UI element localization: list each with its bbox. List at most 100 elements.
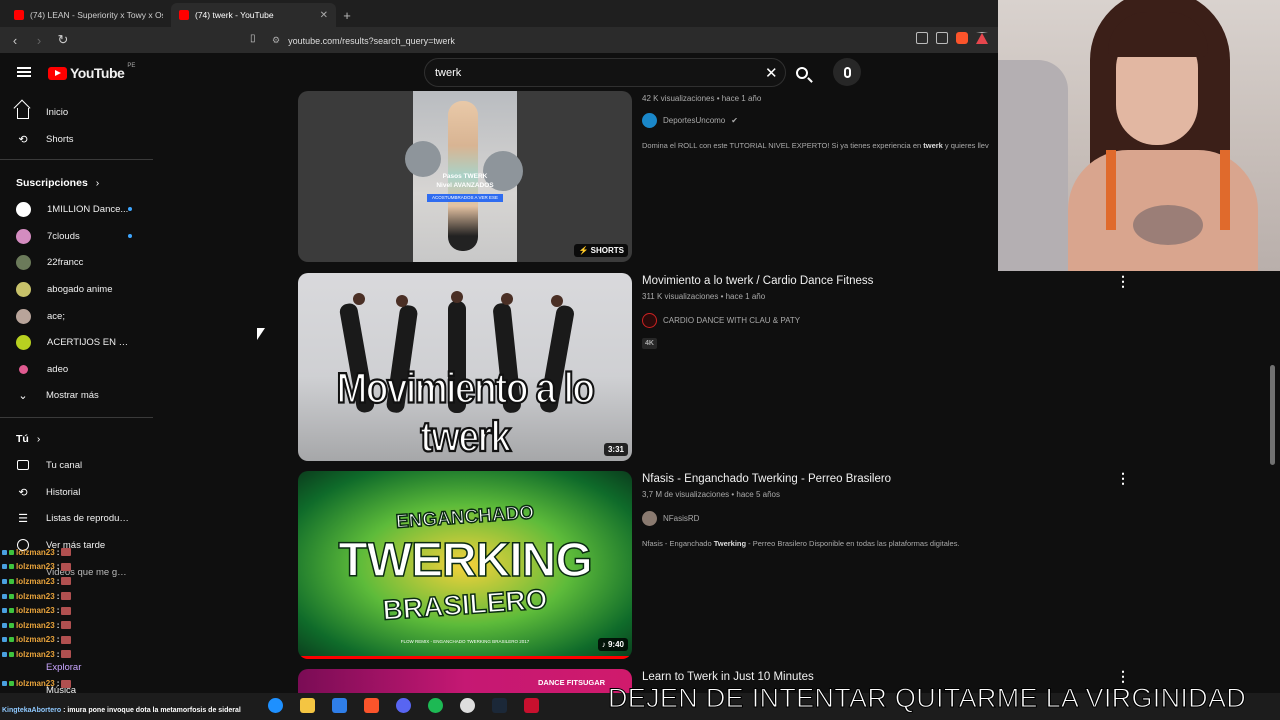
edge-icon[interactable] — [268, 698, 283, 713]
chat-emote-icon — [61, 650, 72, 659]
brave-rewards-icon[interactable] — [976, 32, 988, 44]
chat-badge-icon — [2, 622, 7, 628]
search-box[interactable]: twerk ✕ — [424, 58, 786, 87]
clear-search-icon[interactable]: ✕ — [765, 64, 778, 82]
browser-tab-twerk[interactable]: (74) twerk - YouTube ✕ — [171, 3, 336, 27]
subscriptions-heading[interactable]: Suscripciones › — [16, 177, 99, 189]
forward-icon[interactable]: › — [32, 33, 46, 48]
chat-badge-icon — [2, 608, 7, 614]
video-title[interactable]: Nfasis - Enganchado Twerking - Perreo Br… — [642, 473, 960, 485]
new-tab-button[interactable]: + — [336, 3, 358, 27]
chat-badge-icon — [2, 549, 7, 555]
sub-label: abogado anime — [47, 283, 113, 295]
sub-label: adeo — [47, 363, 69, 375]
brave-icon[interactable] — [364, 698, 379, 713]
stream-chat-overlay: lolzman23: lolzman23: lolzman23: lolzman… — [2, 545, 122, 706]
youtube-play-icon — [48, 66, 67, 80]
desc-highlight: Twerking — [713, 539, 747, 548]
show-more-button[interactable]: ⌄ Mostrar más — [16, 385, 150, 405]
youtube-logo[interactable]: YouTube PE — [48, 63, 135, 81]
sidebar-item-tu-canal[interactable]: Tu canal — [16, 455, 150, 475]
cast-icon[interactable] — [916, 32, 928, 44]
search-input[interactable]: twerk — [435, 67, 461, 79]
sidebar-sub-22francc[interactable]: 22francc — [16, 252, 150, 272]
new-content-dot — [128, 207, 132, 211]
discord-icon[interactable] — [396, 698, 411, 713]
desc-text: - Perreo Brasilero Disponible en todas l… — [746, 539, 960, 548]
chat-line: lolzman23: — [2, 603, 122, 618]
sidebar-item-label: Tu canal — [46, 459, 83, 471]
video-description: Domina el ROLL con este TUTORIAL NIVEL E… — [642, 141, 989, 150]
sidebar-sub-acertijos[interactable]: ACERTIJOS EN 7 S... — [16, 332, 150, 352]
desc-highlight: twerk — [923, 141, 943, 150]
you-heading[interactable]: Tú › — [16, 433, 40, 445]
channel-name[interactable]: CARDIO DANCE WITH CLAU & PATY — [663, 316, 800, 325]
page-scrollbar[interactable] — [1270, 365, 1275, 465]
sidebar-item-historial[interactable]: ⟲ Historial — [16, 482, 150, 502]
sidebar-sub-1million[interactable]: 1MILLION Dance... — [16, 199, 150, 219]
more-options-icon[interactable]: ⋮ — [1116, 273, 1130, 290]
chat-badge-icon — [9, 622, 14, 628]
thumbnail-dancer-head — [353, 293, 365, 305]
search-button[interactable] — [786, 58, 818, 87]
chat-badge-icon — [9, 608, 14, 614]
steam-icon[interactable] — [492, 698, 507, 713]
webcam-strap — [1106, 150, 1116, 230]
chat-badge-icon — [2, 564, 7, 570]
extension-area — [916, 32, 988, 44]
chat-username: lolzman23 — [16, 620, 55, 630]
browser-tab-lean[interactable]: (74) LEAN - Superiority x Towy x Osq — [6, 3, 171, 27]
file-explorer-icon[interactable] — [300, 698, 315, 713]
voice-search-button[interactable] — [833, 58, 861, 86]
video-thumbnail-short[interactable]: Pasos TWERK Nivel AVANZADOS ACOSTUMBRADO… — [298, 91, 632, 262]
shorts-icon: ⟲ — [18, 133, 28, 146]
sidebar-sub-adeo[interactable]: adeo — [16, 359, 150, 379]
chat-username: lolzman23 — [16, 635, 55, 645]
channel-name[interactable]: NFasisRD — [663, 514, 699, 523]
shorts-badge-label: SHORTS — [590, 246, 624, 255]
channel-link[interactable]: NFasisRD — [642, 511, 960, 526]
site-info-icon[interactable]: ⚙ — [272, 35, 280, 46]
reload-icon[interactable]: ↻ — [56, 32, 70, 48]
chat-line: lolzman23: — [2, 647, 122, 662]
tab-title: (74) LEAN - Superiority x Towy x Osq — [30, 10, 163, 20]
duration-label: 9:40 — [607, 640, 624, 649]
browser-toolbar: ‹ › ↻ ▯ ⚙ youtube.com/results?search_que… — [0, 27, 1000, 53]
you-label: Tú — [16, 433, 29, 445]
bookmark-icon[interactable]: ▯ — [250, 33, 256, 44]
brave-shield-icon[interactable] — [956, 32, 968, 44]
avatar — [19, 364, 28, 374]
video-title[interactable]: Learn to Twerk in Just 10 Minutes — [642, 671, 814, 683]
channel-name[interactable]: DeportesUncomo — [663, 116, 725, 125]
mouse-cursor-icon — [257, 328, 265, 340]
sidebar-item-inicio[interactable]: Inicio — [16, 102, 150, 122]
address-bar[interactable]: ⚙ youtube.com/results?search_query=twerk — [272, 32, 992, 49]
webcam-tattoo — [1133, 205, 1203, 245]
sidebar-sub-7clouds[interactable]: 7clouds — [16, 226, 150, 246]
divider — [0, 159, 153, 160]
thumbnail-dancer-head — [551, 295, 563, 307]
video-title[interactable]: Movimiento a lo twerk / Cardio Dance Fit… — [642, 275, 873, 287]
chat-username: lolzman23 — [16, 576, 55, 586]
store-icon[interactable] — [332, 698, 347, 713]
chat-emote-icon — [61, 577, 72, 586]
channel-link[interactable]: CARDIO DANCE WITH CLAU & PATY — [642, 313, 873, 328]
video-thumbnail[interactable]: Movimiento a lo twerk 3:31 — [298, 273, 632, 461]
sidebar-item-shorts[interactable]: ⟲ Shorts — [16, 129, 150, 149]
back-icon[interactable]: ‹ — [8, 33, 22, 48]
video-meta: 42 K visualizaciones • hace 1 año Deport… — [642, 94, 989, 150]
spotify-icon[interactable] — [428, 698, 443, 713]
view-count: 42 K visualizaciones — [642, 94, 715, 103]
video-thumbnail[interactable]: ENGANCHADO TWERKING BRASILERO FLOW REMIX… — [298, 471, 632, 659]
menu-icon[interactable] — [17, 67, 31, 77]
more-options-icon[interactable]: ⋮ — [1116, 470, 1130, 487]
sidebar-item-listas[interactable]: ☰ Listas de reproducc... — [16, 508, 150, 528]
obs-icon[interactable] — [460, 698, 475, 713]
sidebar-sub-abogado-anime[interactable]: abogado anime — [16, 279, 150, 299]
channel-link[interactable]: DeportesUncomo ✔ — [642, 113, 989, 128]
close-tab-icon[interactable]: ✕ — [320, 10, 328, 21]
app-icon[interactable] — [524, 698, 539, 713]
sidebar-sub-ace[interactable]: ace; — [16, 306, 150, 326]
share-icon[interactable] — [936, 32, 948, 44]
video-meta: Movimiento a lo twerk / Cardio Dance Fit… — [642, 275, 873, 350]
